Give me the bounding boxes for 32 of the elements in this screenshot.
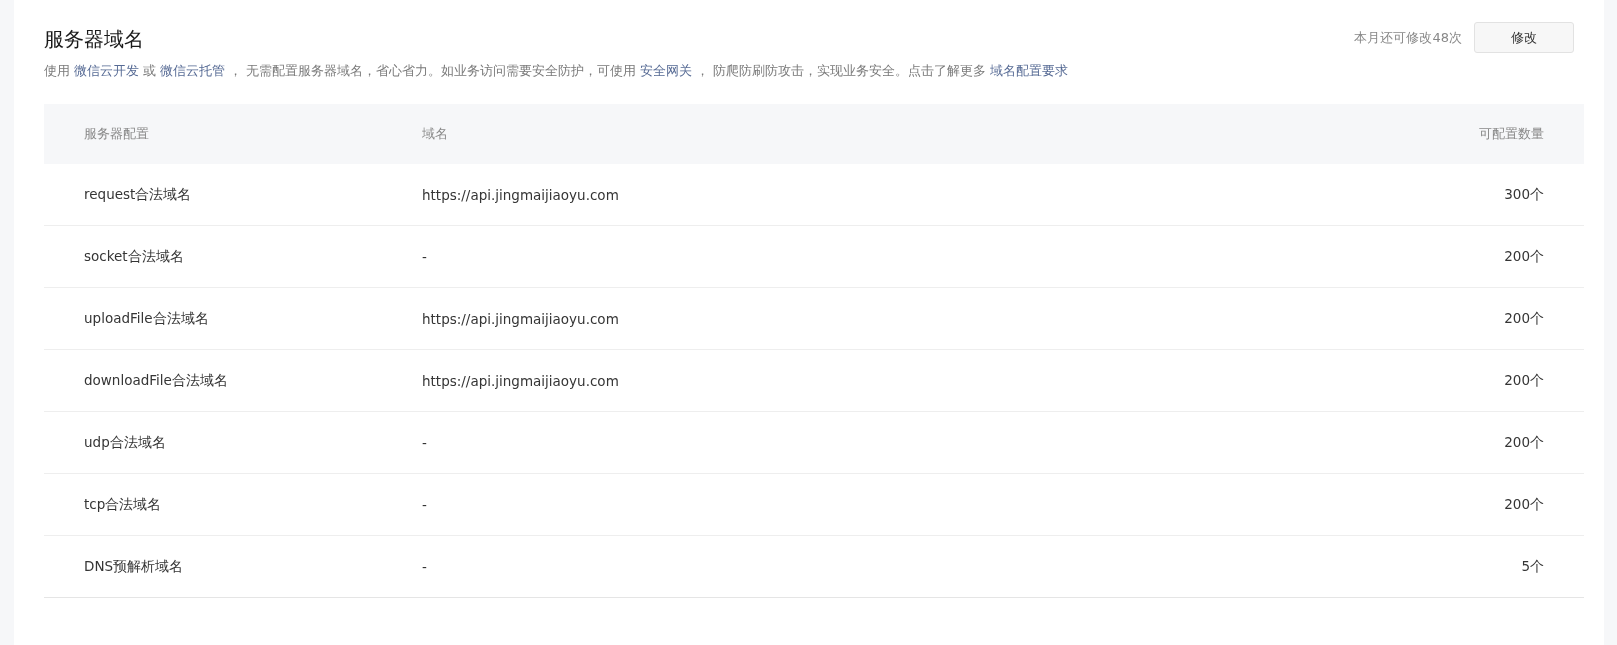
table-cell-text: 300个 <box>1503 185 1544 204</box>
table-cell-text: 5个 <box>1520 557 1544 576</box>
table-cell-text: - <box>422 248 428 265</box>
table-cell-text: https://api.jingmaijiaoyu.com <box>422 310 620 327</box>
remaining-count: 本月还可修改48次 <box>1354 28 1462 47</box>
table-cell-text: 200个 <box>1503 309 1544 328</box>
table-cell-text: downloadFile合法域名 <box>84 371 229 390</box>
page-title: 服务器域名 <box>44 26 145 53</box>
column-header: 域名 <box>422 125 449 143</box>
table-cell-text: socket合法域名 <box>84 247 185 266</box>
table-cell-text: https://api.jingmaijiaoyu.com <box>422 186 620 203</box>
table-cell-text: tcp合法域名 <box>84 495 163 514</box>
table-cell-text: - <box>422 434 428 451</box>
table-cell-text: DNS预解析域名 <box>84 557 185 576</box>
column-header: 可配置数量 <box>1478 125 1544 143</box>
table-cell-text: 200个 <box>1503 247 1544 266</box>
table-cell-text: udp合法域名 <box>84 433 167 452</box>
table-cell-text: - <box>422 496 428 513</box>
text-link[interactable]: 域名配置要求 <box>989 63 1068 78</box>
column-header: 服务器配置 <box>84 125 150 143</box>
edit-button[interactable]: 修改 <box>1474 22 1574 53</box>
table-cell-text: uploadFile合法域名 <box>84 309 210 328</box>
table-cell-text: 200个 <box>1503 495 1544 514</box>
table-cell-text: - <box>422 558 428 575</box>
table-cell-text: 200个 <box>1503 433 1544 452</box>
text-link[interactable]: 安全网关 <box>639 63 692 78</box>
table-cell-text: request合法域名 <box>84 185 193 204</box>
description-text: 使用 微信云开发 或 微信云托管 ， 无需配置服务器域名，省心省力。如业务访问需要安全防护，可使用 安全网关 ， 防爬防刷防攻击，实现业务安全。点击了解更多 域名配置要求 <box>44 63 1068 80</box>
table-cell-text: https://api.jingmaijiaoyu.com <box>422 372 620 389</box>
table-cell-text: 200个 <box>1503 371 1544 390</box>
text-link[interactable]: 微信云托管 <box>159 63 225 78</box>
text-link[interactable]: 微信云开发 <box>74 63 139 78</box>
